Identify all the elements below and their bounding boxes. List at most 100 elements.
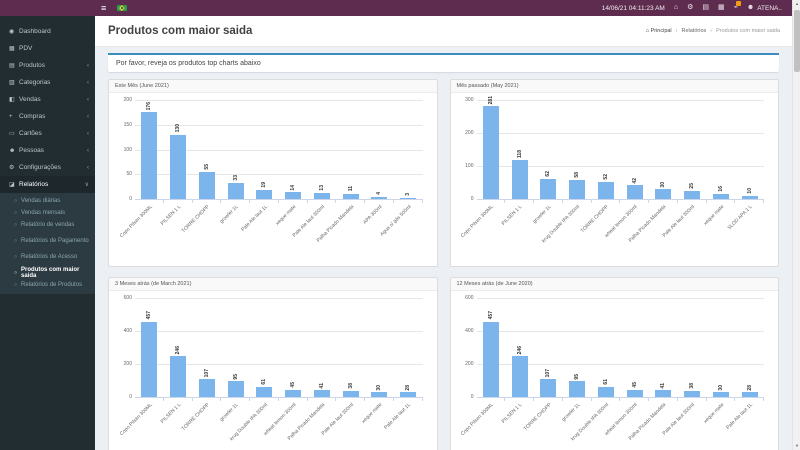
bar[interactable] [228,381,244,397]
bar[interactable] [343,194,359,199]
bar[interactable] [713,392,729,397]
bar-slot: 281 [477,100,506,199]
submenu-item-relat-rios-de-acesso[interactable]: ○Relatórios de Acesso [0,251,95,263]
user-menu[interactable]: ☻ ATENA.. [747,0,782,16]
bar[interactable] [742,196,758,199]
bar[interactable] [256,190,272,199]
bar[interactable] [540,179,556,199]
bar[interactable] [170,135,186,199]
bar-value-label: 30 [376,385,382,391]
bar[interactable] [512,356,528,397]
bar[interactable] [598,387,614,397]
bar[interactable] [314,390,330,397]
bar-value-label: 14 [290,185,296,191]
bar[interactable] [199,172,215,199]
bar[interactable] [199,379,215,397]
scrollbar-thumb[interactable] [794,10,800,72]
breadcrumb-item[interactable]: Relatórios [682,28,707,34]
breadcrumb-home-link[interactable]: ⌂ Principal [646,28,672,34]
submenu-item-label: Relatório de vendas [21,222,74,228]
sidebar-item-cartoes[interactable]: ▭Cartões‹ [0,125,95,142]
bar-value-label: 30 [718,385,724,391]
bar[interactable] [285,390,301,397]
bar[interactable] [598,182,614,199]
save-icon[interactable]: ▤ [702,0,709,16]
submenu-item-relat-rios-de-pagamento[interactable]: ○Relatórios de Pagamento [0,235,95,247]
y-axis-tick-label: 0 [117,196,132,202]
bar[interactable] [713,194,729,199]
sidebar-item-relatorios[interactable]: ◪Relatórios∨ [0,176,95,193]
bar[interactable] [483,322,499,397]
sidebar-item-pdv[interactable]: ▦PDV [0,40,95,57]
x-axis-label: Copo Pilsen 300ML [119,402,154,437]
bar-slot: 30 [365,298,394,397]
bar-slot: 41 [308,298,337,397]
bar[interactable] [400,198,416,199]
chevron-left-icon: ‹ [87,114,89,120]
bar[interactable] [684,191,700,199]
bar[interactable] [483,106,499,199]
page-scrollbar[interactable]: ▲ ▼ [792,0,800,450]
bar-value-label: 41 [319,383,325,389]
brazil-flag-icon[interactable] [117,5,127,11]
bar[interactable] [512,160,528,199]
bar-value-label: 10 [747,188,753,194]
bar[interactable] [400,392,416,397]
bar-value-label: 246 [517,346,523,354]
x-label-slot: SLOD APA 1 L [735,200,764,260]
cogs-icon[interactable]: ⚙ [687,0,693,16]
bar-value-label: 3 [405,193,411,196]
submenu-item-vendas-mensais[interactable]: ○Vendas mensais [0,207,95,219]
bar[interactable] [170,356,186,397]
navbar-right: 14/06/21 04:11:23 AM ⌂⚙▤▦⌁ ☻ ATENA.. [602,0,792,16]
submenu-item-relat-rios-de-produtos[interactable]: ○Relatórios de Produtos [0,279,95,291]
sidebar-item-label: Categorias [19,79,50,86]
plug-icon[interactable]: ⌁ [734,0,738,16]
bar[interactable] [314,193,330,199]
sidebar-item-label: Compras [19,113,45,120]
submenu-item-produtos-com-maior-saida[interactable]: ○Produtos com maior saida [0,267,95,279]
bar[interactable] [343,391,359,397]
bar[interactable] [228,183,244,199]
bar[interactable] [256,387,272,397]
bar[interactable] [569,381,585,397]
bar[interactable] [627,390,643,397]
sidebar-item-vendas[interactable]: ◧Vendas‹ [0,91,95,108]
chevron-left-icon: ‹ [87,80,89,86]
bar[interactable] [742,392,758,397]
submenu-item-vendas-di-rias[interactable]: ○Vendas diárias [0,195,95,207]
bar[interactable] [655,189,671,199]
bar[interactable] [285,192,301,199]
sidebar-item-categorias[interactable]: ▧Categorias‹ [0,74,95,91]
sidebar-item-configuracoes[interactable]: ⚙Configurações‹ [0,159,95,176]
breadcrumb-label: Principal [651,28,672,34]
bar[interactable] [684,391,700,397]
bar[interactable] [655,390,671,397]
bars-row: 2811186258524230251610 [477,100,765,199]
submenu-item-label: Relatórios de Produtos [21,282,82,288]
bar[interactable] [569,180,585,199]
bar[interactable] [371,392,387,397]
bar[interactable] [540,379,556,397]
sidebar-toggle-icon[interactable]: ≡ [101,0,106,16]
sidebar-item-produtos[interactable]: ▤Produtos‹ [0,57,95,74]
store-icon[interactable]: ⌂ [674,0,678,16]
scrollbar-down-arrow[interactable]: ▼ [793,442,800,450]
bar-value-label: 176 [146,102,152,110]
bar[interactable] [627,185,643,199]
bar-slot: 28 [735,298,764,397]
x-label-slot: Pale Ale laut 300ml [336,398,365,450]
sidebar-item-pessoas[interactable]: ☻Pessoas‹ [0,142,95,159]
pdv-icon: ▦ [9,45,19,52]
bar[interactable] [141,112,157,199]
submenu-item-relat-rio-de-vendas[interactable]: ○Relatório de vendas [0,219,95,231]
table-grid-icon[interactable]: ▦ [718,0,725,16]
bar[interactable] [371,197,387,199]
sidebar-item-compras[interactable]: +Compras‹ [0,108,95,125]
scrollbar-up-arrow[interactable]: ▲ [793,0,800,8]
page-title: Produtos com maior saida [108,25,252,37]
bar[interactable] [141,322,157,397]
sidebar-item-dashboard[interactable]: ◉Dashboard [0,23,95,40]
bar-value-label: 118 [517,150,523,158]
cartoes-icon: ▭ [9,130,19,137]
